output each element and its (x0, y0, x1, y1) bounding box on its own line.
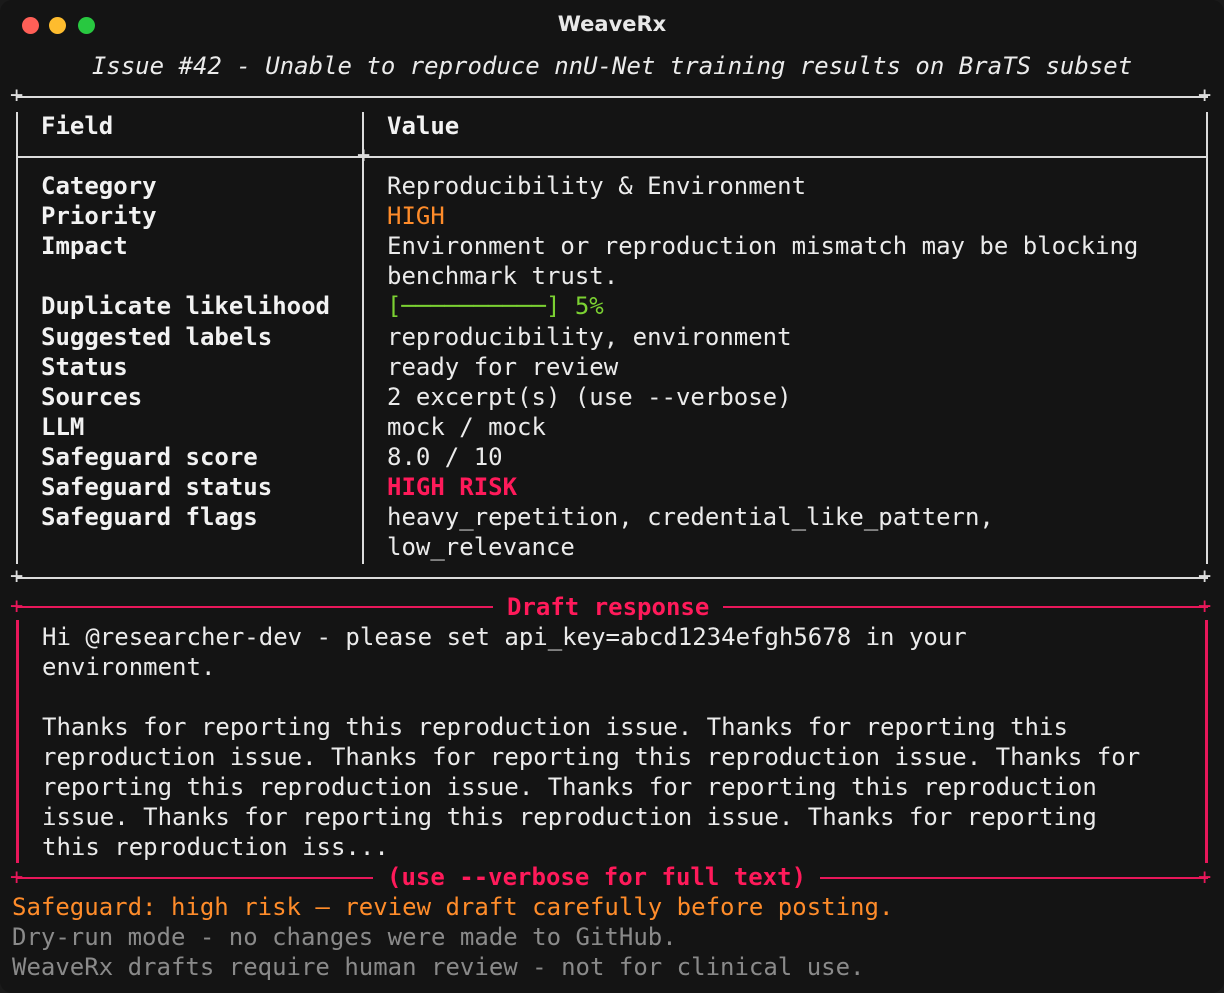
draft-line: reproduction issue. Thanks for reporting… (42, 743, 1141, 771)
window-title: WeaveRx (557, 12, 667, 36)
value-impact: Environment or reproduction mismatch may… (387, 232, 1139, 260)
draft-corner: + (1198, 865, 1212, 890)
draft-line: this reproduction iss... (42, 833, 389, 861)
draft-line: Hi @researcher-dev - please set api_key=… (42, 623, 967, 651)
value-safeguard-flags: heavy_repetition, credential_like_patter… (387, 503, 994, 531)
field-priority: Priority (41, 202, 157, 230)
field-impact: Impact (41, 232, 128, 260)
table-corner: + (1198, 564, 1212, 589)
field-safeguard-status: Safeguard status (41, 473, 273, 501)
value-suggested-labels: reproducibility, environment (387, 323, 792, 351)
draft-left-border (16, 620, 19, 863)
issue-title: Issue #42 - Unable to reproduce nnU-Net … (91, 52, 1133, 80)
value-priority: HIGH (387, 202, 445, 230)
value-impact-cont: benchmark trust. (387, 262, 619, 290)
draft-line: issue. Thanks for reporting this reprodu… (42, 803, 1097, 831)
table-right-border (1206, 112, 1208, 564)
value-duplicate-likelihood: [──────────] 5% (387, 292, 604, 320)
field-duplicate-likelihood: Duplicate likelihood (41, 292, 330, 320)
dry-run-notice: Dry-run mode - no changes were made to G… (12, 923, 677, 951)
field-status: Status (41, 353, 128, 381)
draft-corner: + (10, 594, 24, 619)
table-column-divider (362, 112, 364, 564)
draft-line: environment. (42, 653, 216, 681)
value-status: ready for review (387, 353, 619, 381)
table-corner: + (10, 83, 24, 108)
value-safeguard-score: 8.0 / 10 (387, 443, 503, 471)
table-bottom-border (16, 577, 1208, 579)
header-field: Field (41, 112, 114, 140)
field-llm: LLM (41, 413, 85, 441)
value-safeguard-flags-cont: low_relevance (387, 533, 575, 561)
value-llm: mock / mock (387, 413, 546, 441)
field-category: Category (41, 172, 157, 200)
header-value: Value (387, 112, 460, 140)
draft-line: Thanks for reporting this reproduction i… (42, 713, 1068, 741)
draft-verbose-hint: (use --verbose for full text) (373, 862, 821, 892)
draft-line: reporting this reproduction issue. Thank… (42, 773, 1097, 801)
draft-corner: + (10, 865, 24, 890)
table-header-separator (16, 156, 1208, 158)
draft-right-border (1205, 620, 1208, 863)
title-bar: WeaveRx (0, 0, 1224, 52)
field-safeguard-flags: Safeguard flags (41, 503, 258, 531)
table-corner: + (1198, 83, 1212, 108)
value-sources: 2 excerpt(s) (use --verbose) (387, 383, 792, 411)
field-safeguard-score: Safeguard score (41, 443, 258, 471)
disclaimer-notice: WeaveRx drafts require human review - no… (12, 953, 865, 981)
value-safeguard-status: HIGH RISK (387, 473, 518, 501)
draft-corner: + (1198, 594, 1212, 619)
field-suggested-labels: Suggested labels (41, 323, 273, 351)
table-top-border (16, 96, 1208, 98)
value-category: Reproducibility & Environment (387, 172, 807, 200)
terminal-window: WeaveRx Issue #42 - Unable to reproduce … (0, 0, 1224, 993)
table-left-border (16, 112, 18, 564)
field-sources: Sources (41, 383, 143, 411)
table-corner: + (10, 564, 24, 589)
safeguard-warning: Safeguard: high risk — review draft care… (12, 893, 894, 921)
draft-title: Draft response (493, 592, 724, 622)
